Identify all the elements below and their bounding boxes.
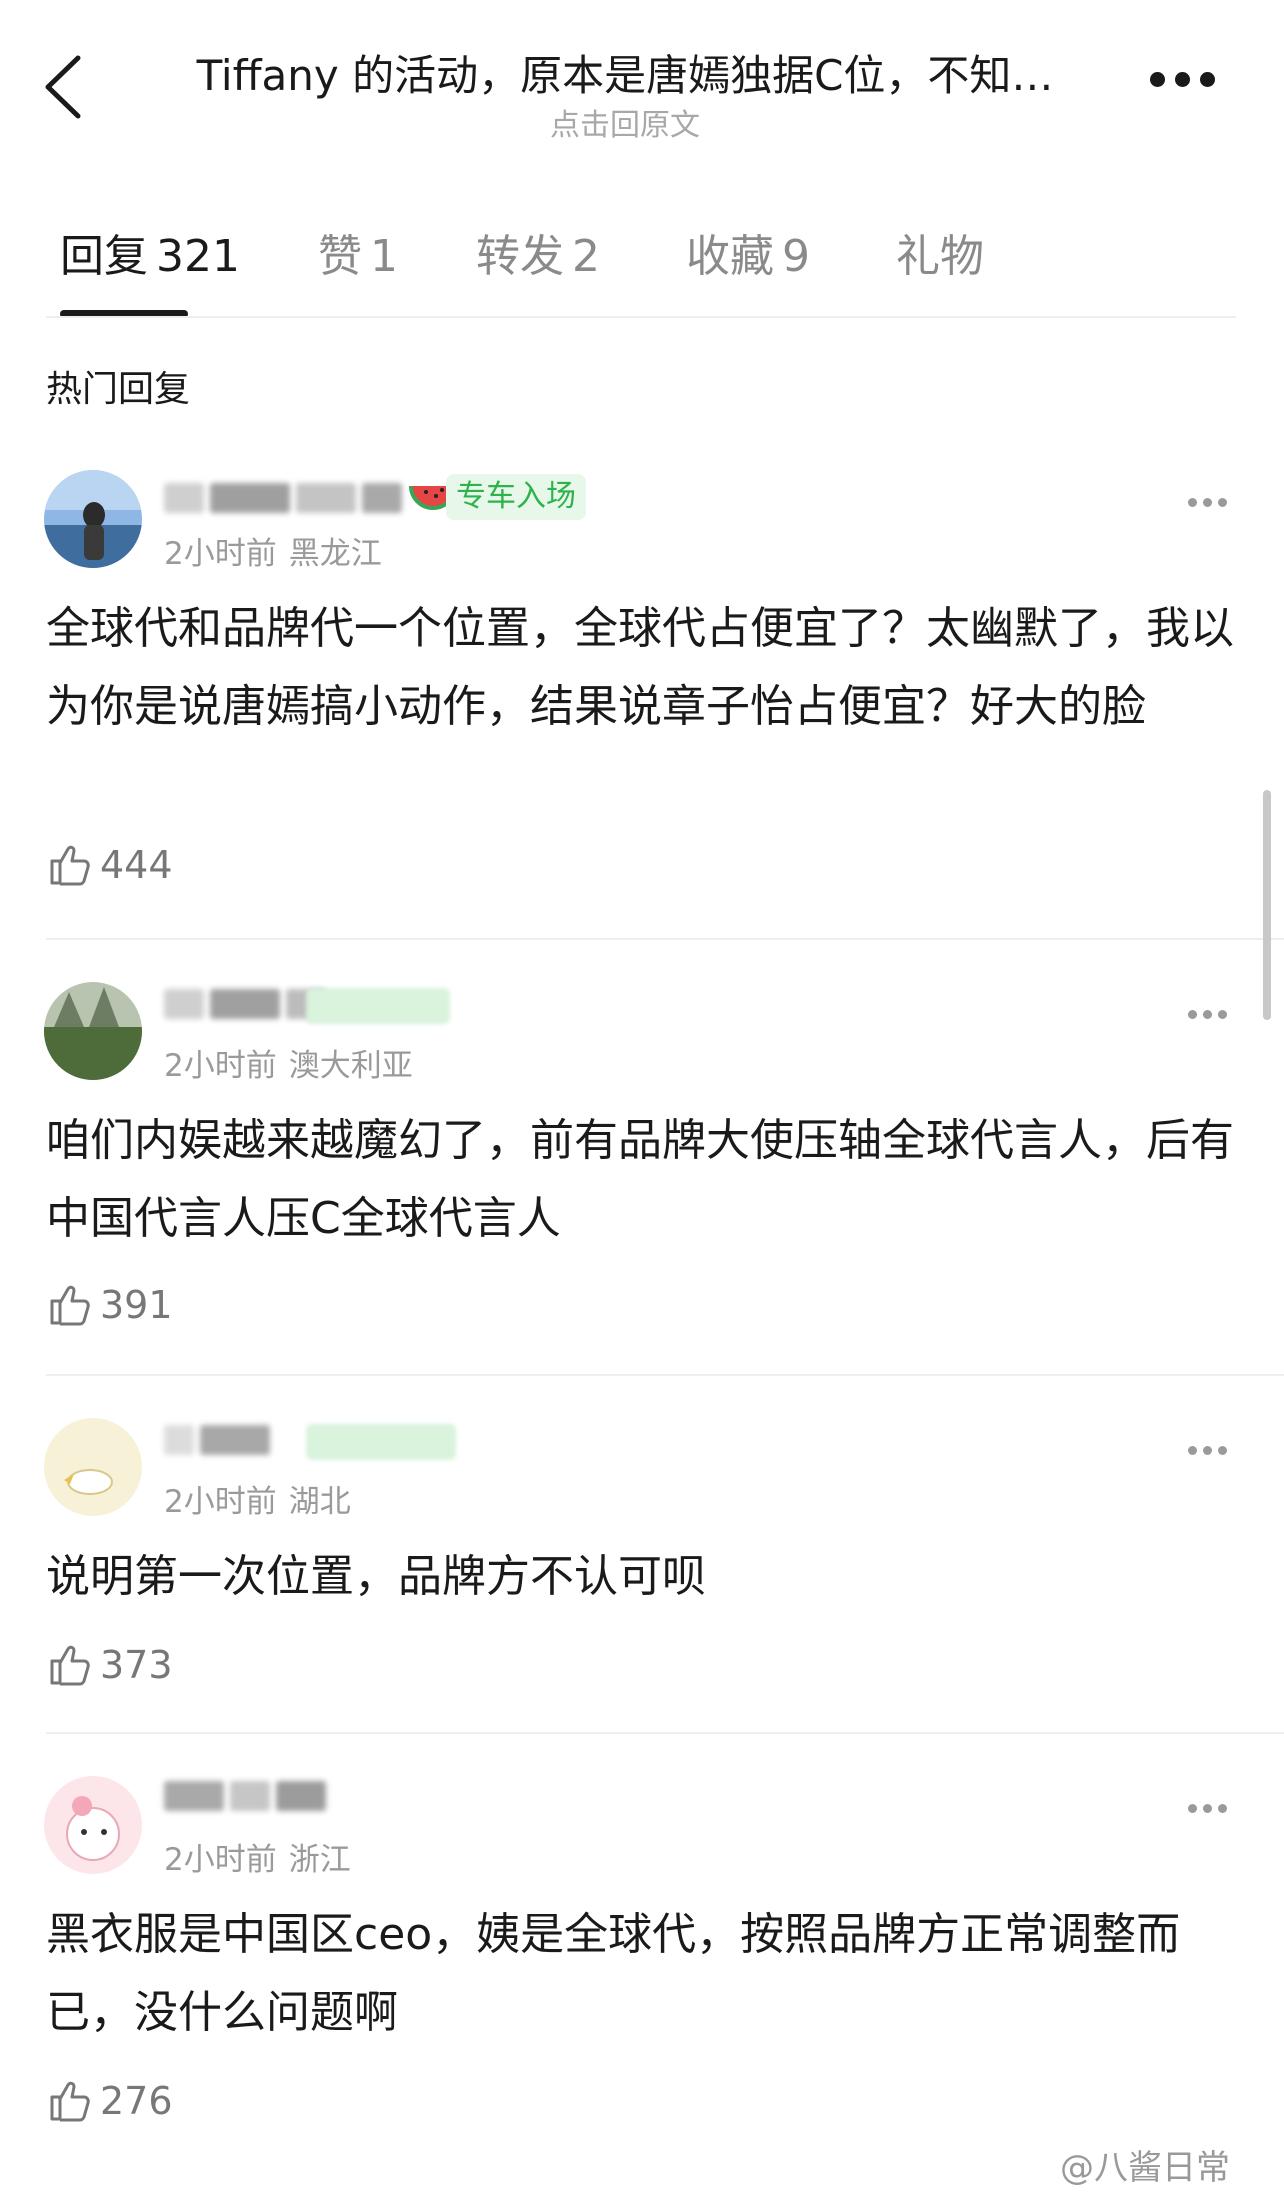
comment-text: 说明第一次位置，品牌方不认可呗 (46, 1551, 706, 1602)
comment-text: 全球代和品牌代一个位置，全球代占便宜了？太幽默了，我以为你是说唐嫣搞小动作，结果… (46, 603, 1234, 732)
comment-meta: 2小时前 湖北 (164, 1484, 351, 1520)
more-dots-icon[interactable] (1188, 1440, 1234, 1455)
tab-favorites[interactable]: 收藏 9 (686, 220, 810, 284)
tab-bar: 回复 321 赞1 转发 2 收藏 9 礼物 (0, 220, 1284, 320)
username-blurred[interactable] (164, 1422, 270, 1458)
chevron-left-icon[interactable] (40, 52, 90, 122)
scrollbar[interactable] (1263, 790, 1271, 1020)
more-dots-icon[interactable] (1188, 1004, 1234, 1019)
tab-reposts[interactable]: 转发 2 (476, 220, 600, 284)
avatar[interactable] (44, 1418, 142, 1516)
username-blurred[interactable] (164, 1778, 326, 1814)
avatar[interactable] (44, 1776, 142, 1874)
more-dots-icon[interactable] (1150, 72, 1230, 96)
divider (46, 1732, 1284, 1734)
comment-meta: 2小时前 黑龙江 (164, 536, 382, 572)
thumbs-up-icon (50, 1285, 90, 1326)
comment-text: 黑衣服是中国区ceo，姨是全球代，按照品牌方正常调整而已，没什么问题啊 (46, 1909, 1181, 2038)
avatar[interactable] (44, 470, 142, 568)
view-original-link[interactable]: 点击回原文 (150, 100, 1100, 144)
tab-replies[interactable]: 回复 321 (60, 220, 240, 284)
username-blurred[interactable] (164, 480, 458, 516)
like-button[interactable]: 373 (46, 1640, 173, 1690)
thumbs-up-icon (50, 845, 90, 886)
post-title[interactable]: Tiffany 的活动，原本是唐嫣独据C位，不知… (150, 42, 1100, 103)
tab-likes[interactable]: 赞1 (318, 220, 398, 284)
divider (46, 316, 1236, 318)
comment-text: 咱们内娱越来越魔幻了，前有品牌大使压轴全球代言人，后有中国代言人压C全球代言人 (46, 1115, 1234, 1244)
badge-blurred (306, 988, 450, 1024)
badge-blurred (306, 1424, 456, 1460)
thumbs-up-icon (50, 1645, 90, 1686)
badge: 专车入场 (446, 474, 586, 520)
section-title: 热门回复 (46, 369, 191, 410)
avatar[interactable] (44, 982, 142, 1080)
divider (46, 1374, 1284, 1376)
like-button[interactable]: 444 (46, 840, 173, 890)
tab-gifts[interactable]: 礼物 (896, 220, 992, 284)
more-dots-icon[interactable] (1188, 492, 1234, 507)
more-dots-icon[interactable] (1188, 1798, 1234, 1813)
comment-meta: 2小时前 澳大利亚 (164, 1048, 413, 1084)
top-bar: Tiffany 的活动，原本是唐嫣独据C位，不知… 点击回原文 (0, 0, 1284, 150)
username-blurred[interactable] (164, 986, 326, 1022)
like-button[interactable]: 391 (46, 1280, 173, 1330)
divider (46, 938, 1284, 940)
like-button[interactable]: 276 (46, 2076, 173, 2126)
watermark: @八酱日常 (1060, 2148, 1230, 2188)
thumbs-up-icon (50, 2081, 90, 2122)
comment-meta: 2小时前 浙江 (164, 1842, 351, 1878)
